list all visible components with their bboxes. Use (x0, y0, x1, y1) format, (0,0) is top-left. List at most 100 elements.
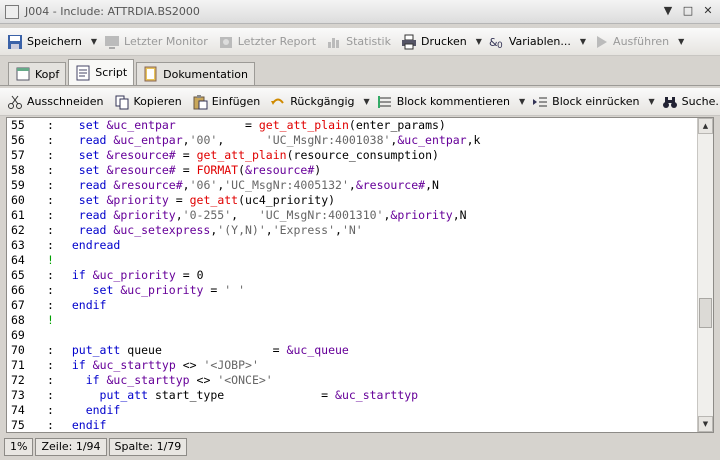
code-line[interactable]: 75: endif (7, 418, 697, 432)
save-dropdown-icon[interactable]: ▼ (91, 37, 97, 46)
code-lines[interactable]: 55: set &uc_entpar = get_att_plain(enter… (7, 118, 697, 432)
scroll-down-icon[interactable]: ▼ (698, 416, 713, 432)
script-icon (76, 65, 90, 80)
save-button[interactable]: Speichern (4, 31, 85, 53)
undo-button[interactable]: Rückgängig (267, 91, 357, 113)
code-line[interactable]: 57: set &resource# = get_att_plain(resou… (7, 148, 697, 163)
indent-block-button[interactable]: Block einrücken (529, 91, 642, 113)
code-text: set &uc_entpar = get_att_plain(enter_par… (78, 118, 446, 132)
copy-icon (115, 95, 128, 109)
line-number: 75 (11, 418, 25, 432)
search-button[interactable]: Suche... (659, 91, 720, 113)
zoom-indicator: 1% (4, 438, 34, 456)
line-marker: : (47, 133, 54, 147)
code-line[interactable]: 70: put_att queue = &uc_queue (7, 343, 697, 358)
status-bar: 1% Zeile: 1/94 Spalte: 1/79 (0, 434, 720, 460)
line-marker: : (47, 283, 54, 297)
execute-button[interactable]: Ausführen (590, 31, 672, 53)
code-line[interactable]: 60: set &priority = get_att(uc4_priority… (7, 193, 697, 208)
comment-block-button[interactable]: Block kommentieren (374, 91, 513, 113)
code-line[interactable]: 63: endread (7, 238, 697, 253)
comment-dropdown-icon[interactable]: ▼ (519, 97, 525, 106)
code-text: endif (85, 403, 121, 417)
code-line[interactable]: 69 (7, 328, 697, 343)
code-text: read &uc_setexpress,'(Y,N)','Express','N… (78, 223, 363, 237)
script-editor[interactable]: 55: set &uc_entpar = get_att_plain(enter… (6, 117, 714, 433)
line-number: 64 (11, 253, 25, 267)
code-text: set &resource# = get_att_plain(resource_… (78, 148, 439, 162)
variables-button[interactable]: & 0 Variablen... (486, 31, 574, 53)
report-icon (219, 36, 232, 48)
scroll-up-icon[interactable]: ▲ (698, 118, 713, 134)
line-number: 71 (11, 358, 25, 372)
minimize-icon[interactable]: ▼ (662, 5, 674, 17)
code-text: endif (71, 298, 107, 312)
code-line[interactable]: 71: if &uc_starttyp <> '<JOBP>' (7, 358, 697, 373)
line-number: 65 (11, 268, 25, 282)
statistics-button[interactable]: Statistik (323, 31, 394, 53)
window-title: J004 - Include: ATTRDIA.BS2000 (25, 5, 200, 18)
binoculars-icon (662, 96, 677, 108)
code-text: put_att queue = &uc_queue (71, 343, 349, 357)
code-line[interactable]: 72: if &uc_starttyp <> '<ONCE>' (7, 373, 697, 388)
line-marker: : (47, 373, 54, 387)
code-text: if &uc_starttyp <> '<ONCE>' (85, 373, 273, 387)
code-line[interactable]: 56: read &uc_entpar,'00', 'UC_MsgNr:4001… (7, 133, 697, 148)
close-icon[interactable]: ✕ (702, 5, 714, 17)
code-text: set &resource# = FORMAT(&resource#) (78, 163, 322, 177)
indent-dropdown-icon[interactable]: ▼ (648, 97, 654, 106)
code-line[interactable]: 74: endif (7, 403, 697, 418)
copy-button[interactable]: Kopieren (111, 91, 185, 113)
last-monitor-button[interactable]: Letzter Monitor (101, 31, 211, 53)
code-line[interactable]: 65: if &uc_priority = 0 (7, 268, 697, 283)
main-toolbar: Speichern ▼ Letzter Monitor Letzter Repo… (0, 28, 720, 56)
tab-kopf[interactable]: Kopf (8, 62, 67, 85)
indent-icon (533, 97, 548, 106)
code-line[interactable]: 66: set &uc_priority = ' ' (7, 283, 697, 298)
vertical-scrollbar[interactable]: ▲ ▼ (697, 118, 713, 432)
column-indicator: Spalte: 1/79 (108, 438, 188, 456)
variables-dropdown-icon[interactable]: ▼ (580, 37, 586, 46)
line-marker: : (47, 388, 54, 402)
line-number: 63 (11, 238, 25, 252)
code-line[interactable]: 58: set &resource# = FORMAT(&resource#) (7, 163, 697, 178)
line-number: 56 (11, 133, 25, 147)
code-text: read &resource#,'06','UC_MsgNr:4005132',… (78, 178, 439, 192)
code-line[interactable]: 67: endif (7, 298, 697, 313)
line-marker: : (47, 343, 54, 357)
last-report-button[interactable]: Letzter Report (215, 31, 319, 53)
tab-script[interactable]: Script (68, 59, 135, 85)
code-line[interactable]: 59: read &resource#,'06','UC_MsgNr:40051… (7, 178, 697, 193)
code-text: endif (71, 418, 107, 432)
code-line[interactable]: 64! (7, 253, 697, 268)
line-number: 61 (11, 208, 25, 222)
cut-button[interactable]: Ausschneiden (4, 91, 107, 113)
code-line[interactable]: 68! (7, 313, 697, 328)
undo-dropdown-icon[interactable]: ▼ (364, 97, 370, 106)
line-number: 62 (11, 223, 25, 237)
tab-dokumentation[interactable]: Dokumentation (136, 62, 255, 85)
restore-icon[interactable]: □ (682, 5, 694, 17)
line-number: 66 (11, 283, 25, 297)
code-text: set &priority = get_att(uc4_priority) (78, 193, 336, 207)
line-number: 59 (11, 178, 25, 192)
code-line[interactable]: 55: set &uc_entpar = get_att_plain(enter… (7, 118, 697, 133)
execute-dropdown-icon[interactable]: ▼ (678, 37, 684, 46)
line-marker: : (47, 418, 54, 432)
line-marker: : (47, 178, 54, 192)
monitor-icon (105, 35, 120, 49)
code-line[interactable]: 73: put_att start_type = &uc_starttyp (7, 388, 697, 403)
print-button[interactable]: Drucken (398, 31, 470, 53)
line-number: 67 (11, 298, 25, 312)
line-marker: : (47, 298, 54, 312)
variables-icon: & 0 (489, 36, 503, 50)
undo-icon (271, 98, 285, 105)
paste-button[interactable]: Einfügen (189, 91, 264, 113)
code-line[interactable]: 61: read &priority,'0-255', 'UC_MsgNr:40… (7, 208, 697, 223)
print-dropdown-icon[interactable]: ▼ (476, 37, 482, 46)
scissors-icon (8, 95, 22, 109)
code-text: read &uc_entpar,'00', 'UC_MsgNr:4001038'… (78, 133, 481, 147)
code-line[interactable]: 62: read &uc_setexpress,'(Y,N)','Express… (7, 223, 697, 238)
scrollbar-thumb[interactable] (699, 298, 712, 328)
line-marker: : (47, 358, 54, 372)
